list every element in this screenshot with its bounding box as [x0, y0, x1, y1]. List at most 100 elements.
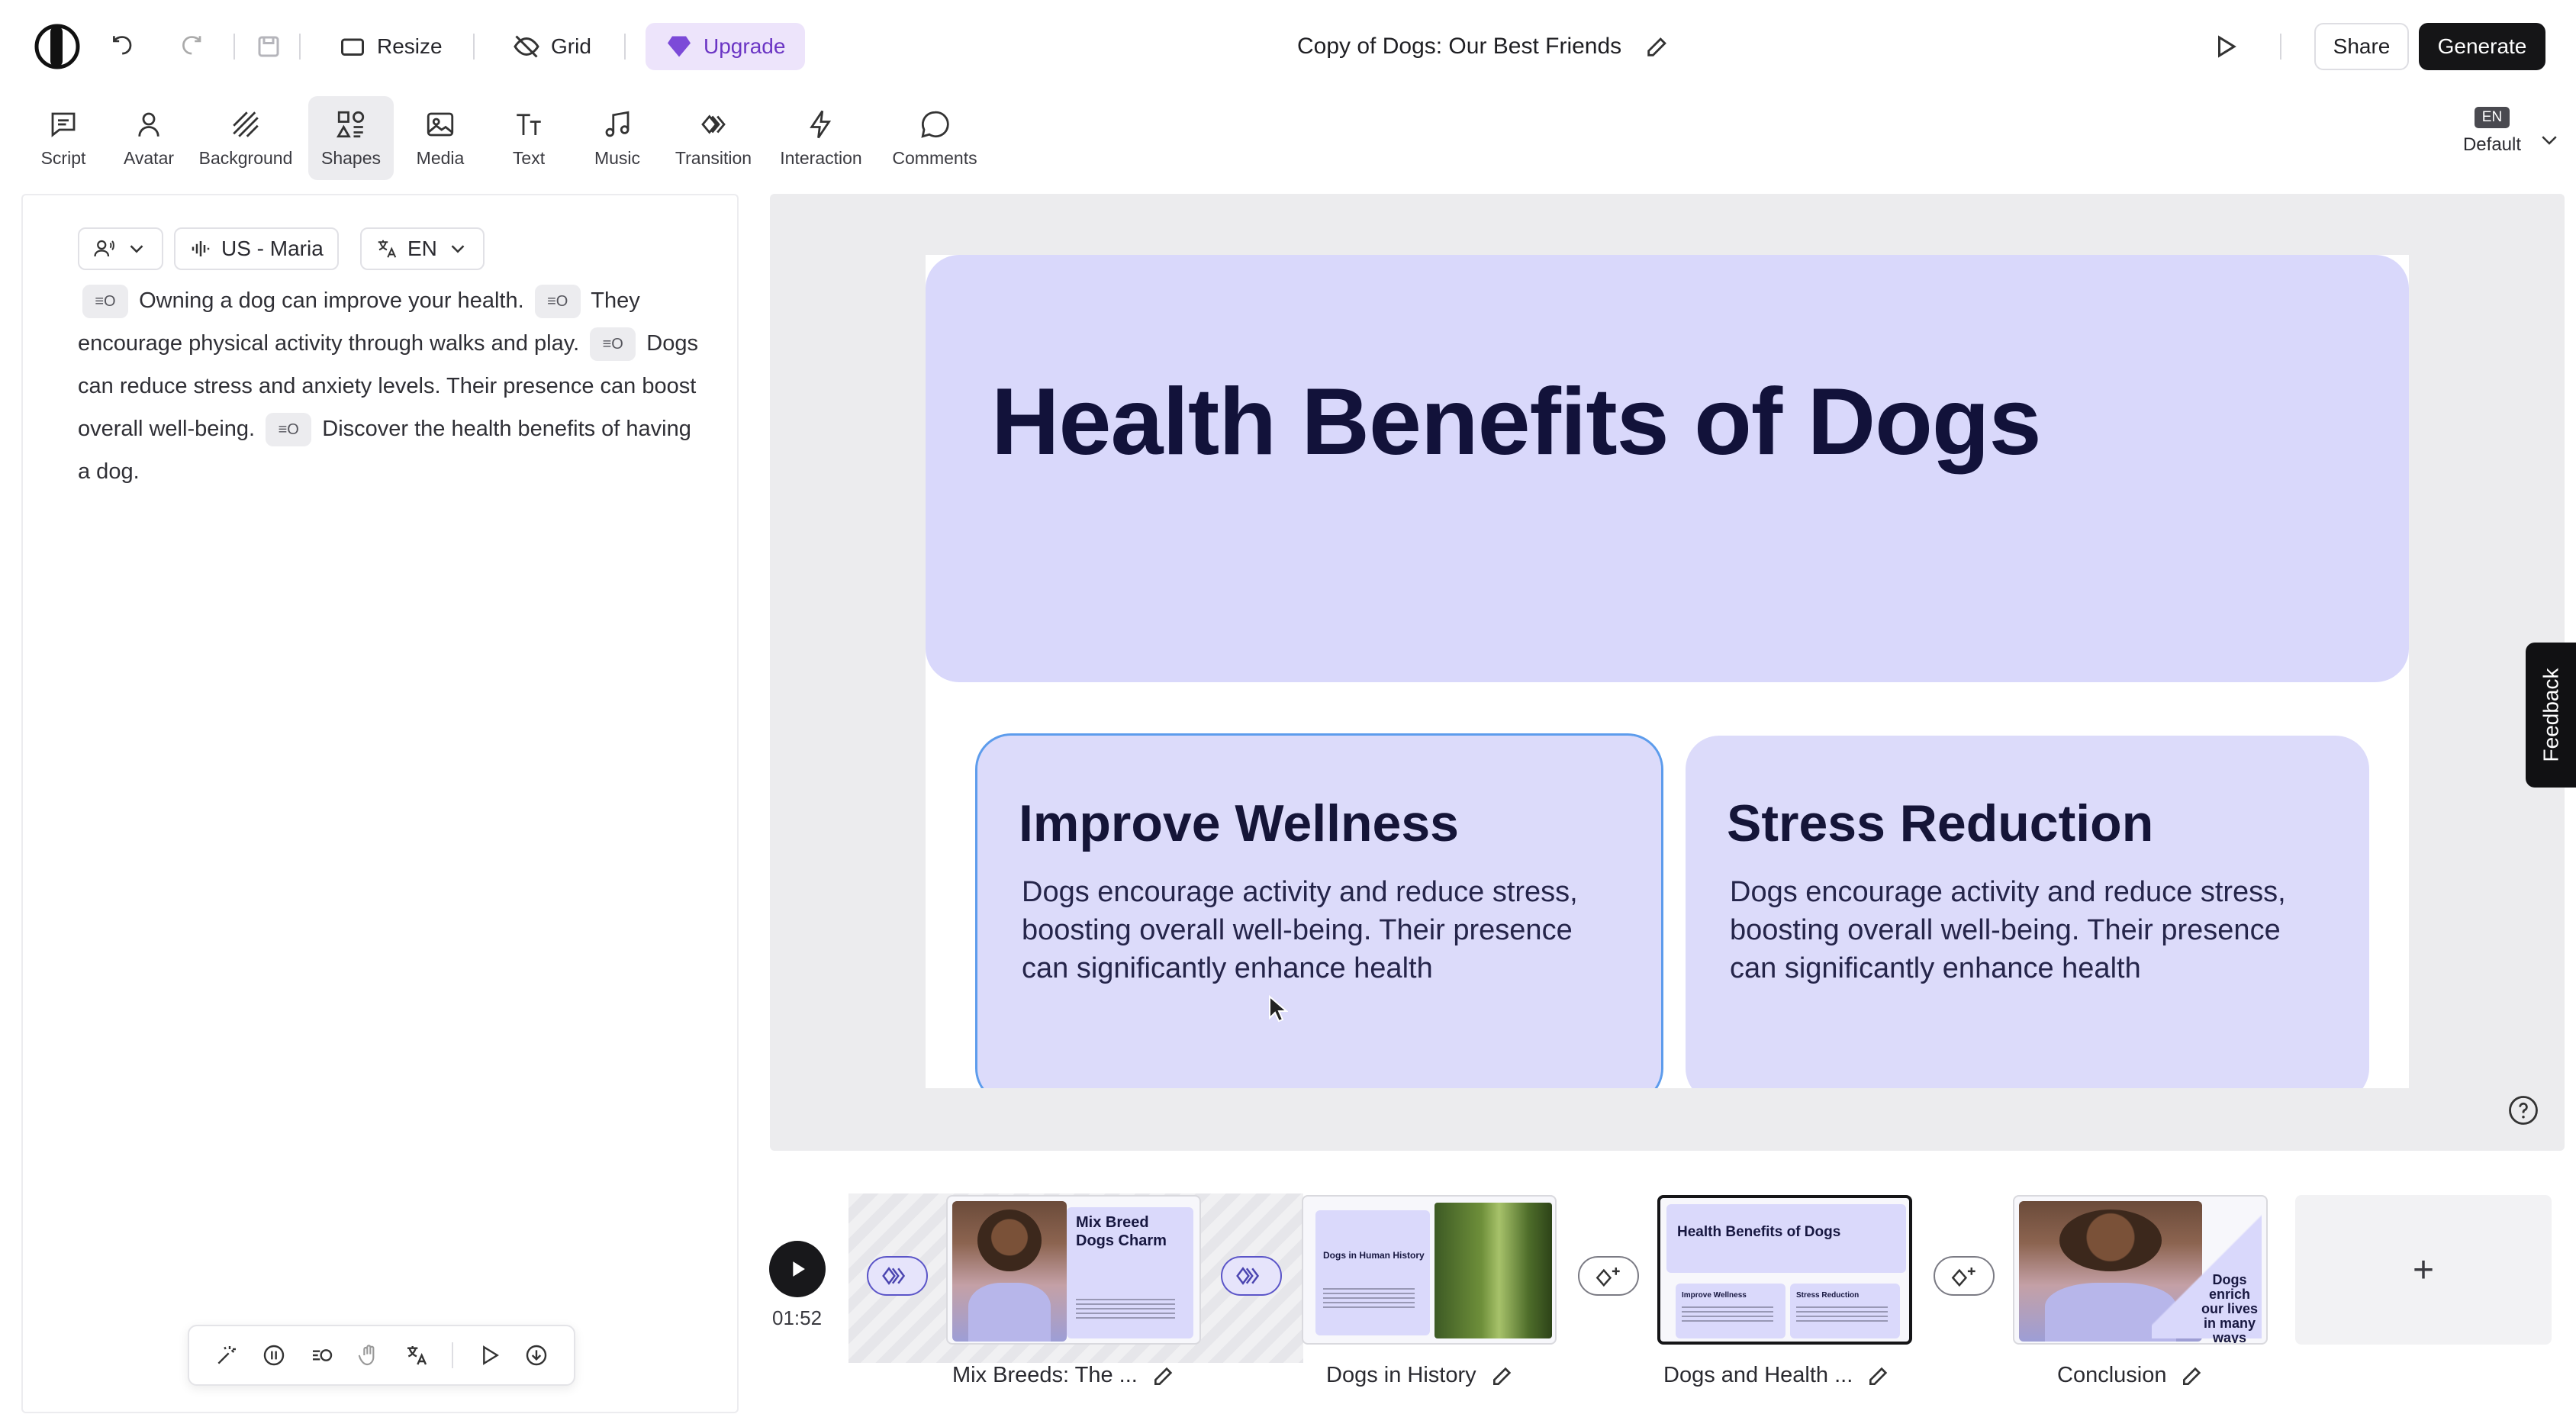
thumb-text-lines [1323, 1288, 1415, 1308]
media-icon [427, 112, 454, 136]
add-scene-button[interactable]: + [2295, 1195, 2552, 1345]
thumb-title: Dogs in Human History [1323, 1250, 1425, 1261]
scene-thumbnail-active[interactable]: Health Benefits of Dogs Improve Wellness… [1657, 1195, 1912, 1345]
grid-button[interactable]: Grid [513, 23, 591, 70]
mouse-cursor-icon [1269, 995, 1288, 1023]
card-body[interactable]: Dogs encourage activity and reduce stres… [1730, 873, 2333, 987]
card-body[interactable]: Dogs encourage activity and reduce stres… [1022, 873, 1624, 987]
pause-marker-icon[interactable]: ≡O [590, 327, 636, 362]
tool-script[interactable]: Script [21, 96, 105, 180]
redo-button[interactable] [177, 23, 204, 70]
download-icon[interactable] [524, 1343, 549, 1367]
scene-label[interactable]: Conclusion [2057, 1363, 2204, 1388]
pause-icon[interactable] [262, 1343, 286, 1367]
tool-interaction[interactable]: Interaction [775, 96, 867, 180]
undo-button[interactable] [110, 23, 137, 70]
voice-label: US - Maria [221, 237, 324, 260]
feedback-label: Feedback [2539, 668, 2562, 762]
pencil-icon[interactable] [2180, 1364, 2204, 1388]
music-icon [605, 111, 630, 137]
translate-icon[interactable] [404, 1343, 429, 1367]
script-icon [51, 112, 76, 137]
script-text[interactable]: ≡O Owning a dog can improve your health.… [78, 279, 704, 493]
tool-avatar[interactable]: Avatar [107, 96, 191, 180]
transition-icon [701, 114, 726, 134]
pause-marker-icon[interactable]: ≡O [266, 413, 312, 447]
save-button[interactable] [255, 23, 282, 70]
app-logo[interactable] [32, 23, 82, 70]
voice-type-dropdown[interactable] [78, 227, 163, 270]
add-transition-button[interactable] [1934, 1256, 1995, 1296]
generate-button[interactable]: Generate [2419, 23, 2545, 70]
tool-label: Interaction [780, 147, 862, 168]
card-stress-reduction[interactable]: Stress Reduction Dogs encourage activity… [1686, 736, 2369, 1088]
upgrade-button[interactable]: Upgrade [646, 23, 806, 70]
scene-name: Mix Breeds: The ... [952, 1363, 1138, 1387]
voice-selector[interactable]: US - Maria [174, 227, 339, 270]
resize-button[interactable]: Resize [339, 23, 443, 70]
pencil-icon[interactable] [1866, 1364, 1891, 1388]
preview-play-button[interactable] [2211, 23, 2239, 70]
document-title[interactable]: Copy of Dogs: Our Best Friends [1297, 23, 1670, 70]
chevron-down-icon[interactable] [2538, 128, 2561, 151]
document-title-text: Copy of Dogs: Our Best Friends [1297, 34, 1622, 59]
pencil-icon[interactable] [1151, 1364, 1176, 1388]
language-selector[interactable]: EN Default [2455, 107, 2529, 156]
add-transition-icon [1951, 1268, 1975, 1287]
scene-thumbnail[interactable]: Dogs in Human History [1302, 1195, 1557, 1345]
script-language-dropdown[interactable]: EN [360, 227, 485, 270]
resize-icon [341, 38, 364, 56]
avatar-presenter [952, 1201, 1067, 1342]
insert-pause-icon[interactable] [310, 1343, 334, 1367]
scene-name: Dogs in History [1326, 1363, 1476, 1387]
tool-text[interactable]: Text [487, 96, 571, 180]
grid-off-icon [514, 35, 539, 58]
pause-marker-icon[interactable]: ≡O [534, 285, 581, 319]
add-transition-icon [1596, 1268, 1620, 1287]
thumb-panel [1315, 1210, 1430, 1335]
tool-background[interactable]: Background [194, 96, 298, 180]
feedback-tab[interactable]: Feedback [2526, 643, 2576, 788]
thumb-title: Dogs enrich our lives in many ways [2201, 1272, 2259, 1345]
hero-shape[interactable]: Health Benefits of Dogs [926, 255, 2409, 682]
scene-label[interactable]: Mix Breeds: The ... [952, 1363, 1176, 1388]
play-icon[interactable] [477, 1343, 501, 1367]
gesture-icon[interactable] [357, 1343, 382, 1367]
card-title[interactable]: Improve Wellness [1019, 794, 1459, 853]
card-title[interactable]: Stress Reduction [1727, 794, 2153, 853]
slide[interactable]: Health Benefits of Dogs Improve Wellness… [926, 255, 2409, 1088]
play-icon [793, 1261, 805, 1277]
magic-wand-icon[interactable] [214, 1343, 239, 1367]
background-icon [233, 111, 259, 137]
scene-thumbnail[interactable]: Dogs enrich our lives in many ways [2013, 1195, 2268, 1345]
tool-shapes[interactable]: Shapes [308, 96, 394, 180]
tool-transition[interactable]: Transition [664, 96, 763, 180]
tool-music[interactable]: Music [575, 96, 659, 180]
slide-title[interactable]: Health Benefits of Dogs [991, 368, 2042, 476]
divider [2280, 34, 2281, 60]
scene-thumbnail[interactable]: Mix Breed Dogs Charm [946, 1195, 1201, 1345]
divider [624, 34, 626, 60]
resize-label: Resize [377, 34, 443, 58]
card-improve-wellness[interactable]: Improve Wellness Dogs encourage activity… [975, 733, 1663, 1088]
pause-marker-icon[interactable]: ≡O [82, 285, 128, 319]
tool-label: Script [40, 147, 86, 168]
timeline-play-button[interactable] [769, 1241, 826, 1297]
thumb-title: Health Benefits of Dogs [1677, 1224, 1841, 1240]
help-icon[interactable] [2507, 1094, 2539, 1126]
pencil-icon[interactable] [1490, 1364, 1515, 1388]
scene-label[interactable]: Dogs in History [1326, 1363, 1515, 1388]
add-transition-button[interactable] [1578, 1256, 1639, 1296]
tool-media[interactable]: Media [398, 96, 482, 180]
pencil-icon[interactable] [1644, 34, 1670, 60]
canvas-area[interactable]: Health Benefits of Dogs Improve Wellness… [770, 194, 2565, 1151]
avatar-icon [138, 112, 159, 137]
tool-label: Transition [675, 147, 752, 168]
share-button[interactable]: Share [2314, 23, 2409, 70]
thumb-text-lines [1682, 1306, 1773, 1322]
tool-label: Text [512, 147, 546, 168]
tool-comments[interactable]: Comments [885, 96, 984, 180]
scene-label[interactable]: Dogs and Health ... [1663, 1363, 1891, 1388]
transition-button[interactable] [867, 1256, 928, 1296]
transition-button[interactable] [1221, 1256, 1282, 1296]
